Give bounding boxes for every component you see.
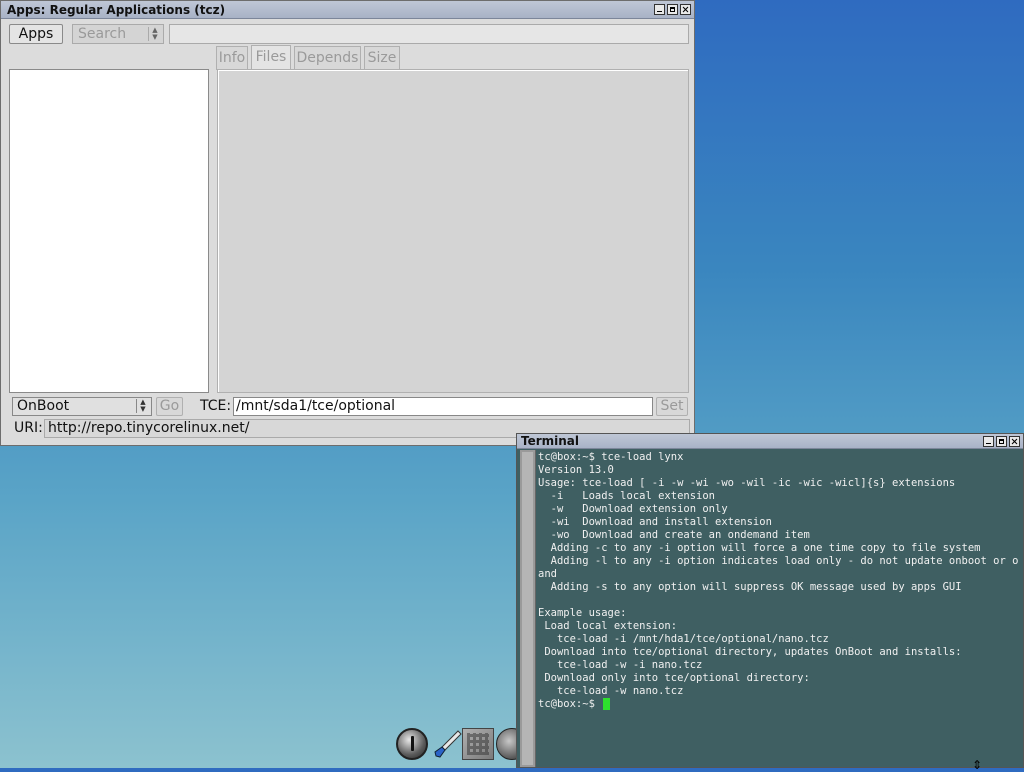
search-mode-label: Search	[78, 26, 127, 42]
info-pane	[217, 69, 689, 393]
terminal-line: tc@box:~$ tce-load lynx	[538, 451, 684, 463]
maximize-icon[interactable]	[996, 436, 1007, 447]
terminal-line: tce-load -w -i nano.tcz	[538, 659, 703, 671]
terminal-line: tce-load -i /mnt/hda1/tce/optional/nano.…	[538, 633, 829, 645]
search-input[interactable]	[169, 24, 689, 44]
minimize-icon[interactable]	[654, 4, 665, 15]
terminal-lines: tc@box:~$ tce-load lynx Version 13.0 Usage…	[538, 451, 1019, 698]
mouse-pointer-icon: ⇕	[972, 758, 983, 772]
tab-depends[interactable]: Depends	[294, 46, 361, 70]
terminal-line: -wo Download and create an ondemand item	[538, 529, 810, 541]
terminal-line: -wi Download and install extension	[538, 516, 772, 528]
terminal-line: Version 13.0	[538, 464, 614, 476]
maximize-icon[interactable]	[667, 4, 678, 15]
terminal-line: and	[538, 568, 557, 580]
terminal-line: Usage: tce-load [ -i -w -wi -wo -wil -ic…	[538, 477, 956, 489]
tab-files[interactable]: Files	[251, 45, 291, 70]
terminal-output[interactable]: tc@box:~$ tce-load lynx Version 13.0 Usage…	[538, 451, 1019, 767]
close-icon[interactable]	[680, 4, 691, 15]
apps-window-title: Apps: Regular Applications (tcz)	[7, 3, 226, 17]
calculator-icon[interactable]	[462, 728, 494, 760]
terminal-line: Load local extension:	[538, 620, 678, 632]
power-icon[interactable]	[396, 728, 428, 760]
search-mode-select[interactable]: Search ▲ ▼	[72, 24, 164, 44]
terminal-line: -i Loads local extension	[538, 490, 716, 502]
tce-label: TCE:	[200, 398, 232, 414]
terminal-line: Download into tce/optional directory, up…	[538, 646, 962, 658]
terminal-title: Terminal	[521, 434, 580, 448]
install-mode-label: OnBoot	[17, 398, 70, 414]
paint-brush-icon[interactable]	[432, 728, 464, 760]
terminal-line: -w Download extension only	[538, 503, 728, 515]
tce-path-input[interactable]: /mnt/sda1/tce/optional	[233, 397, 653, 416]
spinner-arrows-icon: ▲ ▼	[148, 27, 161, 41]
terminal-line: Download only into tce/optional director…	[538, 672, 810, 684]
terminal-prompt-line: tc@box:~$	[538, 698, 1019, 711]
go-button[interactable]: Go	[156, 397, 183, 416]
terminal-window: Terminal tc@box:~$ tce-load lynx Version …	[516, 433, 1024, 768]
terminal-cursor	[603, 698, 611, 710]
terminal-scrollbar[interactable]	[520, 450, 536, 767]
terminal-line: tce-load -w nano.tcz	[538, 685, 684, 697]
spinner-arrows-icon: ▲ ▼	[136, 399, 149, 413]
uri-label: URI:	[14, 420, 43, 436]
set-button[interactable]: Set	[656, 397, 688, 416]
terminal-window-controls	[983, 436, 1020, 447]
apps-window-controls	[654, 4, 691, 15]
terminal-line: Adding -c to any -i option will force a …	[538, 542, 981, 554]
terminal-line: Adding -l to any -i option indicates loa…	[538, 555, 1019, 567]
tab-info[interactable]: Info	[216, 46, 248, 70]
minimize-icon[interactable]	[983, 436, 994, 447]
tab-size[interactable]: Size	[364, 46, 400, 70]
apps-titlebar[interactable]: Apps: Regular Applications (tcz)	[1, 1, 694, 19]
apps-window: Apps: Regular Applications (tcz) Apps Se…	[0, 0, 695, 446]
terminal-line: Adding -s to any option will suppress OK…	[538, 581, 962, 593]
apps-menu-button[interactable]: Apps	[9, 24, 63, 44]
extension-list[interactable]	[9, 69, 209, 393]
terminal-line: Example usage:	[538, 607, 627, 619]
terminal-prompt: tc@box:~$	[538, 698, 602, 710]
install-mode-select[interactable]: OnBoot ▲ ▼	[12, 397, 152, 416]
close-icon[interactable]	[1009, 436, 1020, 447]
terminal-titlebar[interactable]: Terminal	[517, 434, 1023, 449]
